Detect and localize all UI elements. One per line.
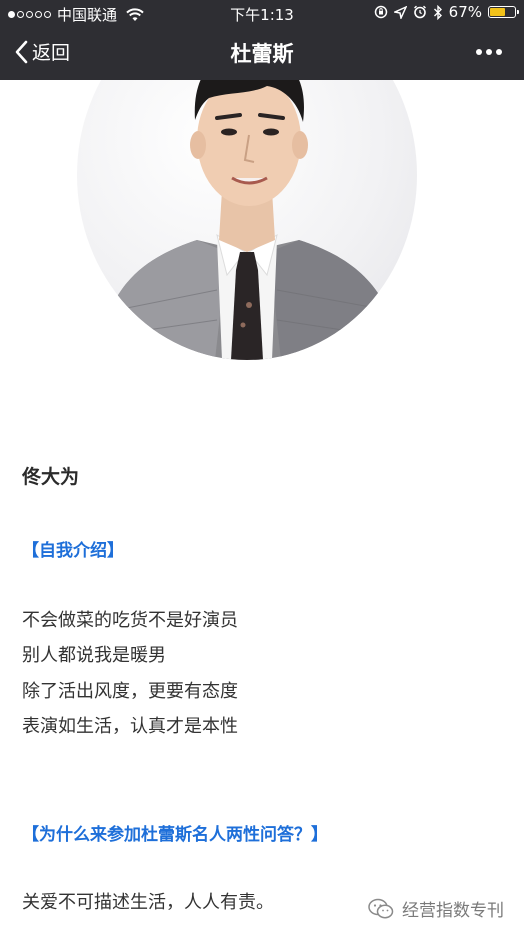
status-bar: 中国联通 下午1:13 67%: [0, 0, 524, 26]
status-right: 67%: [374, 3, 519, 21]
page-title: 杜蕾斯: [230, 42, 294, 66]
battery-level: [490, 8, 505, 16]
alarm-icon: [413, 5, 426, 19]
intro-line: 别人都说我是暖男: [22, 645, 166, 666]
nav-bar: 返回 杜蕾斯: [0, 26, 524, 80]
battery-icon: [488, 6, 519, 18]
more-dot: [486, 49, 492, 55]
article-content: 佟大为 【自我介绍】 不会做菜的吃货不是好演员 别人都说我是暖男 除了活出风度，…: [0, 80, 524, 931]
bluetooth-icon: [433, 4, 442, 20]
location-icon: [393, 5, 407, 19]
portrait-illustration: [97, 80, 402, 360]
battery-percent: 67%: [448, 3, 482, 21]
answer-text: 关爱不可描述生活，人人有责。: [22, 892, 274, 913]
watermark-label: 经营指数专刊: [402, 901, 504, 921]
more-options-button[interactable]: [476, 49, 502, 55]
screen: 中国联通 下午1:13 67% 返回 杜蕾斯 佟大为 【自我介绍】 不会做菜的吃…: [0, 0, 524, 931]
intro-line: 除了活出风度，更要有态度: [22, 681, 238, 702]
wechat-icon: [368, 898, 394, 918]
section-heading-intro: 【自我介绍】: [22, 541, 124, 561]
intro-line: 不会做菜的吃货不是好演员: [22, 610, 238, 631]
intro-line: 表演如生活，认真才是本性: [22, 716, 238, 737]
rotation-lock-icon: [374, 5, 387, 19]
section-heading-why: 【为什么来参加杜蕾斯名人两性问答？】: [22, 825, 328, 845]
more-dot: [476, 49, 482, 55]
wechat-watermark: 经营指数专刊: [368, 896, 504, 921]
portrait-photo: [77, 80, 417, 360]
person-name: 佟大为: [22, 466, 80, 488]
more-dot: [496, 49, 502, 55]
